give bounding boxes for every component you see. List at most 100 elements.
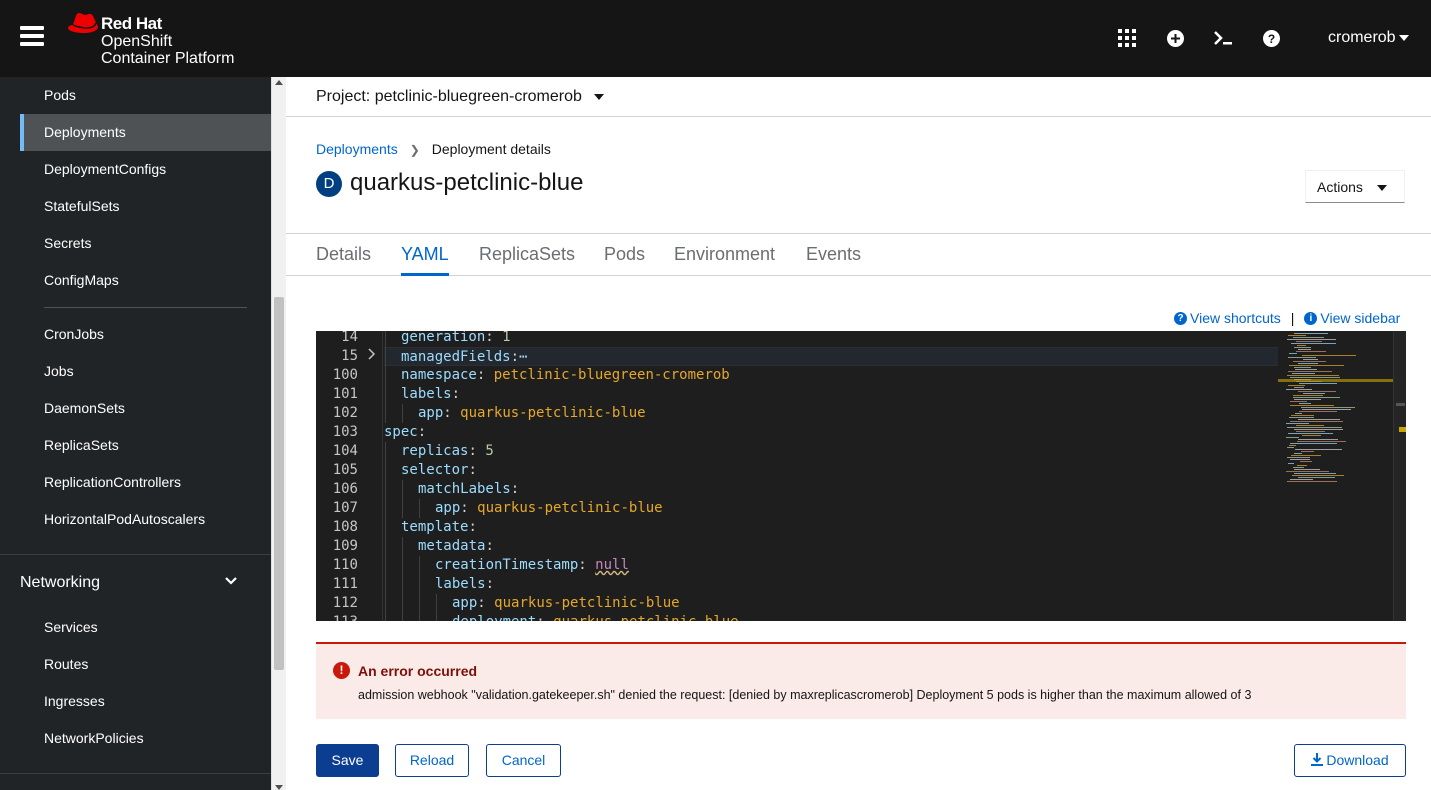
- breadcrumb-deployments-link[interactable]: Deployments: [316, 141, 398, 157]
- yaml-line[interactable]: managedFields:⋯: [384, 347, 1278, 366]
- minimap-line: [1298, 391, 1336, 392]
- minimap-line: [1292, 373, 1315, 374]
- fold-chevron-icon[interactable]: [368, 347, 376, 366]
- section-separator: [0, 554, 271, 555]
- yaml-line[interactable]: replicas: 5: [384, 442, 1278, 461]
- minimap-line: [1288, 463, 1294, 464]
- alert-title: An error occurred: [358, 663, 478, 679]
- help-icon[interactable]: ?: [1260, 27, 1282, 49]
- sidebar-item-replicationcontrollers[interactable]: ReplicationControllers: [20, 464, 271, 501]
- yaml-line[interactable]: metadata:: [384, 537, 1278, 556]
- scrollbar-thumb[interactable]: [274, 297, 284, 670]
- user-menu-toggle[interactable]: cromerob: [1328, 29, 1409, 47]
- yaml-line[interactable]: generation: 1: [384, 331, 1278, 347]
- sidebar-item-pods[interactable]: Pods: [20, 77, 271, 114]
- line-number: 113: [316, 613, 358, 621]
- tab-pods[interactable]: Pods: [604, 244, 645, 265]
- minimap-line: [1289, 445, 1296, 446]
- indent-guide: [402, 404, 403, 423]
- minimap-line: [1290, 421, 1343, 422]
- sidebar-item-configmaps[interactable]: ConfigMaps: [20, 262, 271, 299]
- yaml-line[interactable]: spec:: [384, 423, 1278, 442]
- line-number: 111: [332, 576, 358, 592]
- minimap-line: [1302, 435, 1321, 436]
- sidebar-item-ingresses[interactable]: Ingresses: [20, 683, 271, 720]
- sidebar-item-statefulsets[interactable]: StatefulSets: [20, 188, 271, 225]
- cancel-button[interactable]: Cancel: [486, 744, 561, 777]
- tab-yaml[interactable]: YAML: [401, 244, 449, 276]
- scroll-up-arrow-icon[interactable]: [275, 80, 283, 85]
- minimap-line: [1292, 475, 1344, 476]
- minimap-line: [1295, 449, 1342, 450]
- sidebar-scrollbar[interactable]: [271, 77, 286, 790]
- minimap-line: [1298, 419, 1340, 420]
- minimap-line: [1297, 441, 1346, 442]
- tab-environment[interactable]: Environment: [674, 244, 775, 265]
- grid-icon[interactable]: [1116, 27, 1138, 49]
- actions-dropdown[interactable]: Actions: [1305, 170, 1405, 203]
- minimap-line: [1294, 399, 1321, 400]
- exclamation-circle-icon: !: [333, 662, 350, 679]
- terminal-icon[interactable]: [1212, 27, 1234, 49]
- sidebar-item-daemonsets[interactable]: DaemonSets: [20, 390, 271, 427]
- minimap-line: [1301, 451, 1314, 452]
- section-separator: [0, 773, 271, 774]
- actions-label: Actions: [1317, 179, 1363, 195]
- minimap-line: [1290, 459, 1310, 460]
- sidebar-item-services[interactable]: Services: [20, 609, 271, 646]
- indent-guide: [385, 347, 386, 366]
- hamburger-menu-button[interactable]: [20, 26, 44, 48]
- yaml-key: generation: [401, 331, 486, 345]
- sidebar-item-replicasets[interactable]: ReplicaSets: [20, 427, 271, 464]
- tab-details[interactable]: Details: [316, 244, 371, 265]
- yaml-line[interactable]: creationTimestamp: null: [384, 556, 1278, 575]
- indent-guide: [385, 575, 386, 594]
- reload-button[interactable]: Reload: [395, 744, 469, 777]
- indent-guide: [419, 613, 420, 621]
- view-sidebar-link[interactable]: i View sidebar: [1304, 310, 1400, 326]
- editor-scrollbar[interactable]: [1393, 331, 1406, 621]
- sidebar-item-routes[interactable]: Routes: [20, 646, 271, 683]
- indent-guide: [419, 575, 420, 594]
- yaml-line[interactable]: app: quarkus-petclinic-blue: [384, 594, 1278, 613]
- sidebar-item-deployments[interactable]: Deployments: [20, 114, 271, 151]
- yaml-line[interactable]: app: quarkus-petclinic-blue: [384, 404, 1278, 423]
- scroll-down-arrow-icon[interactable]: [275, 785, 283, 790]
- editor-minimap[interactable]: [1278, 331, 1393, 621]
- project-selector[interactable]: Project: petclinic-bluegreen-cromerob: [316, 88, 604, 106]
- yaml-line[interactable]: labels:: [384, 385, 1278, 404]
- yaml-editor[interactable]: 14 15 100 101 102 103 104 105 106 107 108 109 110 111…: [316, 331, 1406, 621]
- yaml-line[interactable]: selector:: [384, 461, 1278, 480]
- sidebar-item-horizontalpodautoscalers[interactable]: HorizontalPodAutoscalers: [20, 501, 271, 538]
- yaml-key: replicas: [401, 443, 469, 459]
- yaml-value: null: [595, 557, 629, 573]
- indent-guide: [385, 613, 386, 621]
- sidebar-nav: Pods Deployments DeploymentConfigs State…: [0, 77, 271, 790]
- download-button[interactable]: Download: [1294, 744, 1406, 777]
- yaml-key: template: [401, 519, 469, 535]
- minimap-line: [1293, 467, 1304, 468]
- sidebar-item-deploymentconfigs[interactable]: DeploymentConfigs: [20, 151, 271, 188]
- indent-guide: [385, 594, 386, 613]
- sidebar-item-cronjobs[interactable]: CronJobs: [20, 316, 271, 353]
- save-button[interactable]: Save: [316, 744, 379, 777]
- yaml-key: matchLabels: [418, 481, 511, 497]
- view-shortcuts-link[interactable]: ? View shortcuts: [1174, 310, 1281, 326]
- yaml-line[interactable]: namespace: petclinic-bluegreen-cromerob: [384, 366, 1278, 385]
- yaml-line[interactable]: matchLabels:: [384, 480, 1278, 499]
- yaml-line[interactable]: template:: [384, 518, 1278, 537]
- yaml-line[interactable]: deployment: quarkus-petclinic-blue: [384, 613, 1278, 621]
- sidebar-item-secrets[interactable]: Secrets: [20, 225, 271, 262]
- sidebar-item-jobs[interactable]: Jobs: [20, 353, 271, 390]
- line-number: 107: [332, 500, 358, 516]
- yaml-line[interactable]: app: quarkus-petclinic-blue: [384, 499, 1278, 518]
- sidebar-item-networkpolicies[interactable]: NetworkPolicies: [20, 720, 271, 757]
- nav-section-networking[interactable]: Networking: [0, 563, 271, 603]
- indent-guide: [385, 518, 386, 537]
- indent-guide: [385, 537, 386, 556]
- yaml-line[interactable]: labels:: [384, 575, 1278, 594]
- plus-circle-icon[interactable]: [1164, 27, 1186, 49]
- tab-replicasets[interactable]: ReplicaSets: [479, 244, 575, 265]
- question-circle-icon: ?: [1174, 311, 1187, 325]
- tab-events[interactable]: Events: [806, 244, 861, 265]
